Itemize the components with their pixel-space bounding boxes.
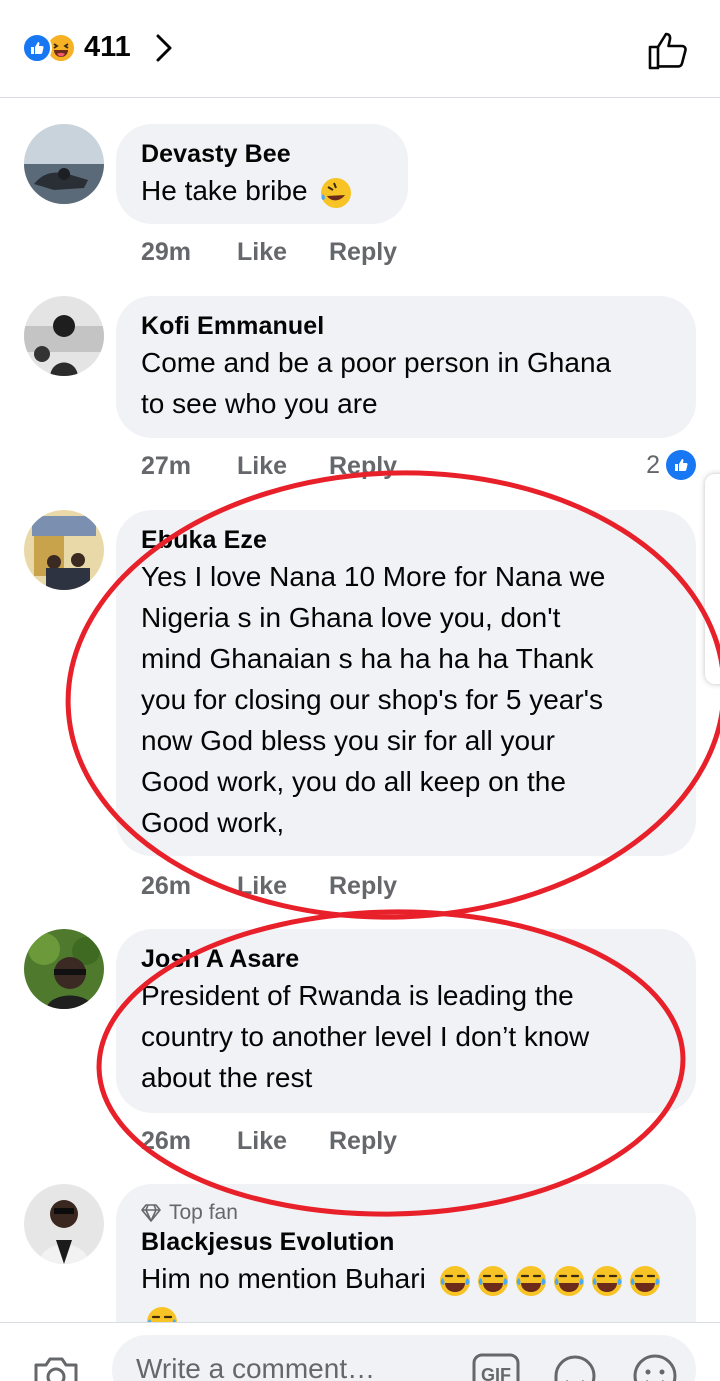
- comment-text-line: Good work, you do all keep on the: [141, 766, 566, 797]
- like-button[interactable]: Like: [237, 872, 329, 901]
- joy-emoji-icon: [515, 1265, 546, 1296]
- reactions-header: 411: [0, 0, 720, 98]
- reply-button[interactable]: Reply: [329, 238, 397, 267]
- comment-text: Him no mention Buhari: [141, 1263, 426, 1294]
- comment-text: He take bribe: [141, 175, 308, 206]
- gif-icon[interactable]: GIF: [472, 1353, 520, 1381]
- comment-text-line: mind Ghanaian s ha ha ha ha Thank: [141, 643, 594, 674]
- reaction-count: 411: [84, 31, 131, 63]
- joy-emoji-icon: [439, 1265, 470, 1296]
- comment-author[interactable]: Ebuka Eze: [141, 524, 672, 556]
- reply-button[interactable]: Reply: [329, 452, 397, 481]
- like-reaction-icon: [666, 450, 696, 480]
- avatar[interactable]: [24, 929, 104, 1009]
- emoji-icon[interactable]: [632, 1353, 678, 1381]
- comment-author[interactable]: Devasty Bee: [141, 138, 384, 170]
- top-fan-badge: Top fan: [141, 1200, 672, 1226]
- reply-button[interactable]: Reply: [329, 872, 397, 901]
- like-button[interactable]: Like: [237, 238, 329, 267]
- top-fan-label: Top fan: [169, 1201, 238, 1224]
- gif-label: GIF: [481, 1365, 511, 1381]
- reactions-summary[interactable]: 411: [22, 31, 175, 64]
- comment-bubble[interactable]: Ebuka Eze Yes I love Nana 10 More for Na…: [116, 510, 696, 856]
- joy-emoji-icon: [591, 1265, 622, 1296]
- thumbs-up-icon[interactable]: [646, 28, 690, 72]
- comment-input-placeholder: Write a comment…: [136, 1353, 376, 1381]
- avatar[interactable]: [24, 124, 104, 204]
- comment-text-line: now God bless you sir for all your: [141, 725, 555, 756]
- comment-author[interactable]: Kofi Emmanuel: [141, 310, 672, 342]
- comment-text-line: to see who you are: [141, 388, 378, 419]
- diamond-icon: [141, 1204, 161, 1222]
- like-button[interactable]: Like: [237, 1127, 329, 1156]
- camera-icon[interactable]: [32, 1353, 80, 1381]
- like-reaction-icon: [22, 32, 52, 63]
- comment-time: 26m: [141, 1127, 192, 1155]
- comment-text-line: Yes I love Nana 10 More for Nana we: [141, 561, 606, 592]
- comment-text-line: about the rest: [141, 1062, 313, 1093]
- avatar[interactable]: [24, 510, 104, 590]
- comment-bubble[interactable]: Kofi Emmanuel Come and be a poor person …: [116, 296, 696, 438]
- reply-button[interactable]: Reply: [329, 1127, 397, 1156]
- comment-time: 27m: [141, 452, 192, 480]
- comment-text-line: Nigeria s in Ghana love you, don't: [141, 602, 561, 633]
- comment-bubble[interactable]: Devasty Bee He take bribe: [116, 124, 408, 224]
- comment-text-line: country to another level I don’t know: [141, 1021, 590, 1052]
- comment-text-line: Good work,: [141, 807, 285, 838]
- joy-emoji-icon: [477, 1265, 508, 1296]
- comment-bubble[interactable]: Josh A Asare President of Rwanda is lead…: [116, 929, 696, 1113]
- likes-count-number: 2: [646, 450, 660, 479]
- sticker-icon[interactable]: [552, 1353, 598, 1381]
- comment-input[interactable]: Write a comment… GIF: [112, 1335, 696, 1381]
- joy-emoji-icon: [629, 1265, 660, 1296]
- comment-time: 29m: [141, 238, 192, 266]
- comment-composer: Write a comment… GIF: [0, 1322, 720, 1381]
- comment-likes-count[interactable]: 2: [646, 450, 696, 480]
- avatar[interactable]: [24, 296, 104, 376]
- comment-time: 26m: [141, 872, 192, 900]
- joy-emoji-icon: [553, 1265, 584, 1296]
- comment-author[interactable]: Josh A Asare: [141, 943, 672, 975]
- comment-text-line: you for closing our shop's for 5 year's: [141, 684, 604, 715]
- comment-text-line: Come and be a poor person in Ghana: [141, 347, 612, 378]
- like-button[interactable]: Like: [237, 452, 329, 481]
- rofl-emoji-icon: [321, 177, 352, 208]
- chevron-right-icon[interactable]: [153, 33, 175, 63]
- side-edge-handle[interactable]: [705, 474, 720, 684]
- comment-author[interactable]: Blackjesus Evolution: [141, 1226, 672, 1258]
- avatar[interactable]: [24, 1184, 104, 1264]
- comment-text-line: President of Rwanda is leading the: [141, 980, 574, 1011]
